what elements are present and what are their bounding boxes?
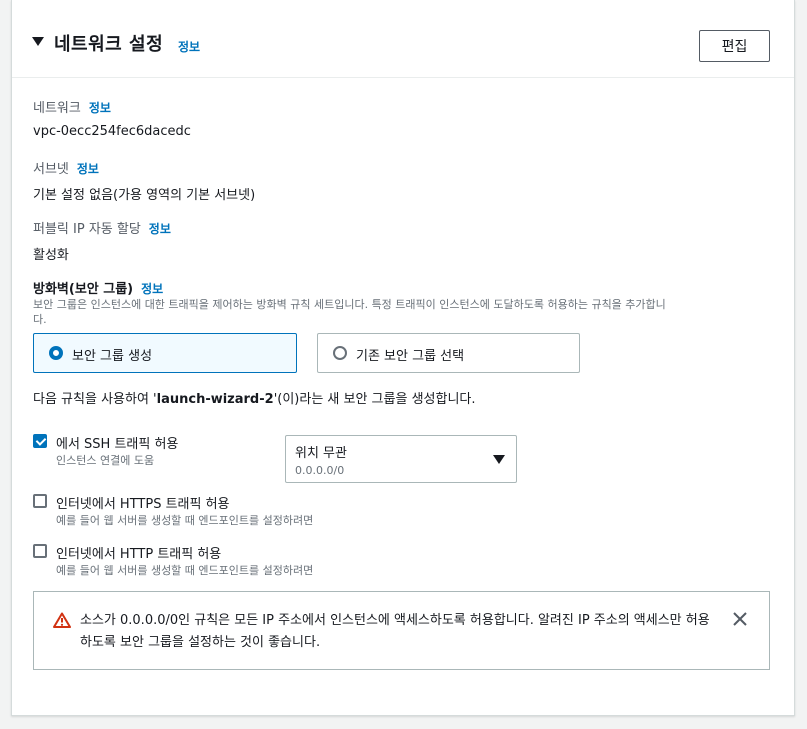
- select-existing-group-tile[interactable]: 기존 보안 그룹 선택: [317, 333, 580, 373]
- dropdown-caret-icon: [493, 455, 505, 464]
- network-settings-panel: 네트워크 설정 정보 편집 네트워크 정보 vpc-0ecc254fec6dace…: [11, 0, 795, 716]
- select-existing-group-label: 기존 보안 그룹 선택: [356, 349, 465, 364]
- http-rule-label: 인터넷에서 HTTP 트래픽 허용: [56, 547, 222, 562]
- create-security-group-tile[interactable]: 보안 그룹 생성: [33, 333, 297, 373]
- note-group-name: launch-wizard-2: [156, 392, 274, 407]
- public-ip-info-link[interactable]: 정보: [149, 222, 171, 236]
- create-security-group-label: 보안 그룹 생성: [72, 349, 153, 364]
- section-title: 네트워크 설정: [54, 34, 164, 55]
- firewall-description-line1: 보안 그룹은 인스턴스에 대한 트래픽을 제어하는 방화벽 규칙 세트입니다. …: [33, 298, 666, 311]
- https-rule-label: 인터넷에서 HTTPS 트래픽 허용: [56, 497, 230, 512]
- panel-header: 네트워크 설정 정보 편집: [12, 0, 794, 78]
- warning-alert: 소스가 0.0.0.0/0인 규칙은 모든 IP 주소에서 인스턴스에 액세스하…: [33, 591, 770, 670]
- ssh-rule-sub: 인스턴스 연결에 도움: [56, 454, 155, 467]
- firewall-info-link[interactable]: 정보: [141, 282, 163, 296]
- close-icon[interactable]: [731, 610, 749, 628]
- warning-icon: [53, 612, 71, 628]
- select-existing-group-radio[interactable]: [333, 346, 347, 360]
- subnet-label-row: 서브넷 정보: [33, 158, 99, 177]
- public-ip-value: 활성화: [33, 248, 69, 263]
- public-ip-label: 퍼블릭 IP 자동 할당: [33, 222, 141, 237]
- subnet-value: 기본 설정 없음(가용 영역의 기본 서브넷): [33, 188, 256, 203]
- firewall-description: 보안 그룹은 인스턴스에 대한 트래픽을 제어하는 방화벽 규칙 세트입니다. …: [33, 297, 778, 327]
- section-info-link[interactable]: 정보: [178, 38, 200, 55]
- subnet-label: 서브넷: [33, 162, 69, 177]
- network-label-row: 네트워크 정보: [33, 97, 111, 116]
- subnet-info-link[interactable]: 정보: [77, 162, 99, 176]
- firewall-description-line2: 다.: [33, 313, 47, 326]
- note-suffix: '(이)라는 새 보안 그룹을 생성합니다.: [273, 392, 476, 407]
- note-prefix: 다음 규칙을 사용하여 ': [33, 392, 157, 407]
- network-value: vpc-0ecc254fec6dacedc: [33, 124, 191, 139]
- source-select-sub: 0.0.0.0/0: [295, 464, 345, 477]
- create-security-group-radio[interactable]: [49, 346, 63, 360]
- http-rule-sub: 예를 들어 웹 서버를 생성할 때 엔드포인트를 설정하려면: [56, 564, 314, 577]
- source-select[interactable]: 위치 무관 0.0.0.0/0: [285, 435, 517, 483]
- firewall-label: 방화벽(보안 그룹): [33, 282, 134, 297]
- http-checkbox[interactable]: [33, 544, 47, 558]
- firewall-label-row: 방화벽(보안 그룹) 정보: [33, 278, 163, 297]
- edit-button[interactable]: 편집: [699, 30, 770, 62]
- alert-text: 소스가 0.0.0.0/0인 규칙은 모든 IP 주소에서 인스턴스에 액세스하…: [80, 613, 710, 650]
- security-group-note: 다음 규칙을 사용하여 'launch-wizard-2'(이)라는 새 보안 …: [33, 388, 476, 407]
- source-select-value: 위치 무관: [295, 446, 347, 461]
- ssh-checkbox[interactable]: [33, 434, 47, 448]
- https-rule-sub: 예를 들어 웹 서버를 생성할 때 엔드포인트를 설정하려면: [56, 514, 314, 527]
- network-label: 네트워크: [33, 101, 81, 116]
- ssh-rule-label: 에서 SSH 트래픽 허용: [56, 437, 179, 452]
- https-checkbox[interactable]: [33, 494, 47, 508]
- public-ip-label-row: 퍼블릭 IP 자동 할당 정보: [33, 218, 171, 237]
- network-info-link[interactable]: 정보: [89, 101, 111, 115]
- collapse-caret-icon[interactable]: [32, 37, 44, 46]
